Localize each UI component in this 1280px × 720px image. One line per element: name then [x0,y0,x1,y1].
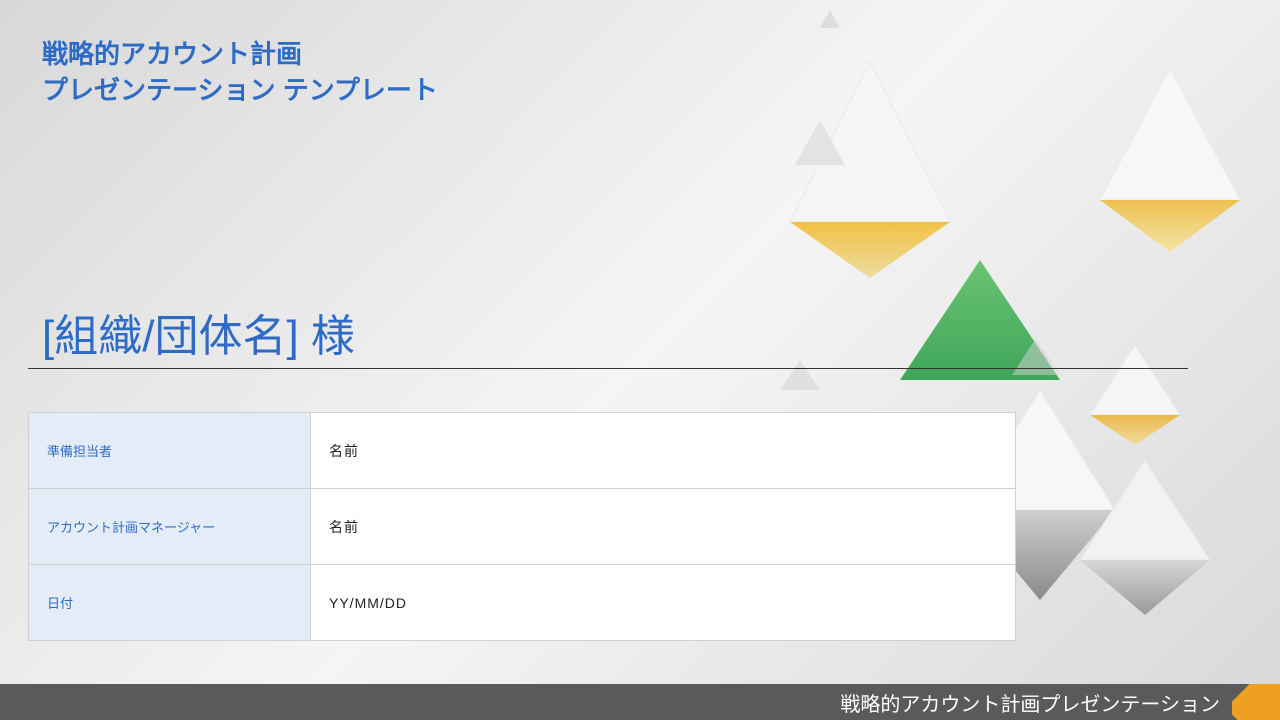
organization-title: [組織/団体名] 様 [42,300,355,364]
header-line-2: プレゼンテーション テンプレート [42,72,438,108]
row-value-manager: 名前 [311,489,1016,565]
title-underline [28,368,1188,369]
table-row: アカウント計画マネージャー 名前 [29,489,1016,565]
footer-accent [1232,684,1280,720]
header-line-1: 戦略的アカウント計画 [42,36,438,72]
row-value-date: YY/MM/DD [311,565,1016,641]
slide: 戦略的アカウント計画 プレゼンテーション テンプレート [組織/団体名] 様 準… [0,0,1280,720]
info-table: 準備担当者 名前 アカウント計画マネージャー 名前 日付 YY/MM/DD [28,412,1016,641]
row-value-preparer: 名前 [311,413,1016,489]
table-row: 準備担当者 名前 [29,413,1016,489]
footer-text: 戦略的アカウント計画プレゼンテーション [840,688,1220,717]
row-label-manager: アカウント計画マネージャー [29,489,311,565]
slide-header: 戦略的アカウント計画 プレゼンテーション テンプレート [42,36,438,109]
table-row: 日付 YY/MM/DD [29,565,1016,641]
footer-bar: 戦略的アカウント計画プレゼンテーション [0,684,1280,720]
row-label-date: 日付 [29,565,311,641]
row-label-preparer: 準備担当者 [29,413,311,489]
